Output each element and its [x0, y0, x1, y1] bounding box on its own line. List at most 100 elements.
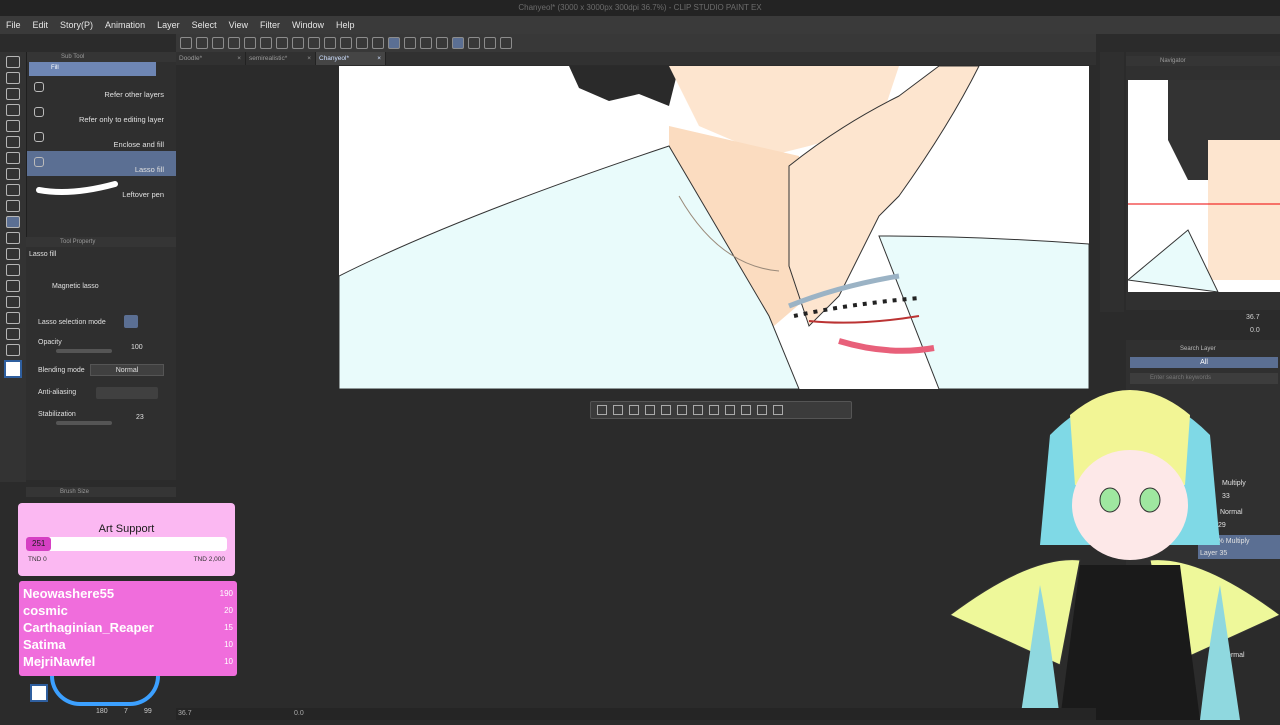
color-wheel[interactable]	[50, 676, 160, 706]
tab-chanyeol[interactable]: Chanyeol* ×	[316, 52, 386, 65]
subtool-item-refer-only-editing[interactable]: Refer only to editing layer	[27, 101, 176, 126]
stabilization-value[interactable]: 23	[136, 414, 144, 421]
menu-view[interactable]: View	[223, 20, 254, 30]
subtool-item-enclose-and-fill[interactable]: Enclose and fill	[27, 126, 176, 151]
pen-tool-icon[interactable]	[6, 72, 20, 84]
opacity-value[interactable]: 100	[131, 344, 143, 351]
frame-tool-icon[interactable]	[6, 168, 20, 180]
paste-icon[interactable]	[725, 405, 735, 415]
menu-story[interactable]: Story(P)	[54, 20, 99, 30]
clear-icon[interactable]	[292, 37, 304, 49]
transform-icon[interactable]	[340, 37, 352, 49]
snap-grid-icon[interactable]	[436, 37, 448, 49]
drawing-canvas[interactable]	[339, 66, 1089, 389]
blending-mode-select[interactable]: Normal	[90, 364, 164, 376]
fill-tool-icon[interactable]	[6, 216, 20, 228]
goal-title: Art Support	[98, 523, 155, 535]
gradient-tool-icon[interactable]	[6, 232, 20, 244]
navigator-rotation-value[interactable]: 0.0	[1250, 327, 1260, 334]
move-tool-icon[interactable]	[6, 136, 20, 148]
settings-icon[interactable]	[677, 405, 687, 415]
tab-label: semirealistic*	[249, 55, 288, 62]
ruler-tool-icon[interactable]	[6, 312, 20, 324]
donor-name: Neowashere55	[23, 586, 115, 601]
subtool-item-leftover-pen[interactable]: Leftover pen	[27, 176, 176, 201]
pen-nib-icon[interactable]	[6, 264, 20, 276]
status-bar: 36.7 0.0	[176, 708, 1096, 720]
save-icon[interactable]	[228, 37, 240, 49]
more-icon[interactable]	[773, 405, 783, 415]
settings-icon[interactable]	[500, 37, 512, 49]
tablet-icon[interactable]	[484, 37, 496, 49]
magnetic-lasso-label[interactable]: Magnetic lasso	[52, 283, 99, 290]
undo-icon[interactable]	[260, 37, 272, 49]
pen-pressure-icon[interactable]	[468, 37, 480, 49]
zoom-readout[interactable]: 36.7	[178, 710, 192, 717]
cut-icon[interactable]	[693, 405, 703, 415]
tab-doodle[interactable]: Doodle* ×	[176, 52, 246, 65]
snap-special-icon[interactable]	[420, 37, 432, 49]
navigator-preview[interactable]	[1128, 80, 1280, 292]
opacity-slider[interactable]	[56, 349, 112, 353]
navigator-zoom-value[interactable]: 36.7	[1246, 314, 1260, 321]
list-item: Neowashere55 190	[23, 586, 233, 603]
home-icon[interactable]	[180, 37, 192, 49]
tab-semirealistic[interactable]: semirealistic* ×	[246, 52, 316, 65]
invert-icon[interactable]	[629, 405, 639, 415]
deselect-icon[interactable]	[356, 37, 368, 49]
balloon-tool-icon[interactable]	[6, 296, 20, 308]
pen-settings-icon[interactable]	[452, 37, 464, 49]
subtool-item-refer-other-layers[interactable]: Refer other layers	[27, 76, 176, 101]
close-icon[interactable]: ×	[377, 52, 381, 65]
menu-layer[interactable]: Layer	[151, 20, 186, 30]
copy-icon[interactable]	[709, 405, 719, 415]
stroke-preview-icon	[36, 181, 118, 195]
invert-selection-icon[interactable]	[372, 37, 384, 49]
eyedropper-tool-icon[interactable]	[6, 344, 20, 356]
deselect-icon[interactable]	[597, 405, 607, 415]
layer-filter-select[interactable]: All	[1130, 357, 1278, 368]
open-icon[interactable]	[212, 37, 224, 49]
pencil-tool-icon[interactable]	[6, 88, 20, 100]
menu-animation[interactable]: Animation	[99, 20, 151, 30]
brush-tool-icon[interactable]	[6, 120, 20, 132]
main-color-swatch[interactable]	[4, 360, 22, 378]
menu-select[interactable]: Select	[186, 20, 223, 30]
new-file-icon[interactable]	[196, 37, 208, 49]
redo-icon[interactable]	[276, 37, 288, 49]
subtool-item-lasso-fill[interactable]: Lasso fill	[27, 151, 176, 176]
shrink-icon[interactable]	[661, 405, 671, 415]
main-color-swatch[interactable]	[30, 684, 48, 702]
donor-amount: 10	[224, 657, 233, 666]
stabilization-slider[interactable]	[56, 421, 112, 425]
text-tool-icon[interactable]	[6, 280, 20, 292]
clear-outside-icon[interactable]	[613, 405, 623, 415]
airbrush-tool-icon[interactable]	[6, 152, 20, 164]
show-selection-icon[interactable]	[388, 37, 400, 49]
lasso-tool-icon[interactable]	[6, 200, 20, 212]
export-icon[interactable]	[244, 37, 256, 49]
menu-filter[interactable]: Filter	[254, 20, 286, 30]
snap-ruler-icon[interactable]	[404, 37, 416, 49]
close-icon[interactable]: ×	[237, 52, 241, 65]
hand-tool-icon[interactable]	[6, 328, 20, 340]
avatar-illustration	[949, 390, 1280, 720]
operation-tool-icon[interactable]	[6, 56, 20, 68]
expand-icon[interactable]	[645, 405, 655, 415]
menu-file[interactable]: File	[0, 20, 27, 30]
subtool-group-fill[interactable]: Fill	[29, 62, 156, 76]
menu-window[interactable]: Window	[286, 20, 330, 30]
tone-icon[interactable]	[757, 405, 767, 415]
fill-icon[interactable]	[324, 37, 336, 49]
antialiasing-selector[interactable]	[96, 387, 158, 399]
menu-edit[interactable]: Edit	[27, 20, 55, 30]
zoom-tool-icon[interactable]	[6, 248, 20, 260]
decoration-tool-icon[interactable]	[6, 184, 20, 196]
lasso-mode-toggle[interactable]	[124, 315, 138, 328]
rotation-readout[interactable]: 0.0	[294, 710, 304, 717]
menu-help[interactable]: Help	[330, 20, 361, 30]
eraser-tool-icon[interactable]	[6, 104, 20, 116]
clear-outside-icon[interactable]	[308, 37, 320, 49]
close-icon[interactable]: ×	[307, 52, 311, 65]
fill-icon[interactable]	[741, 405, 751, 415]
